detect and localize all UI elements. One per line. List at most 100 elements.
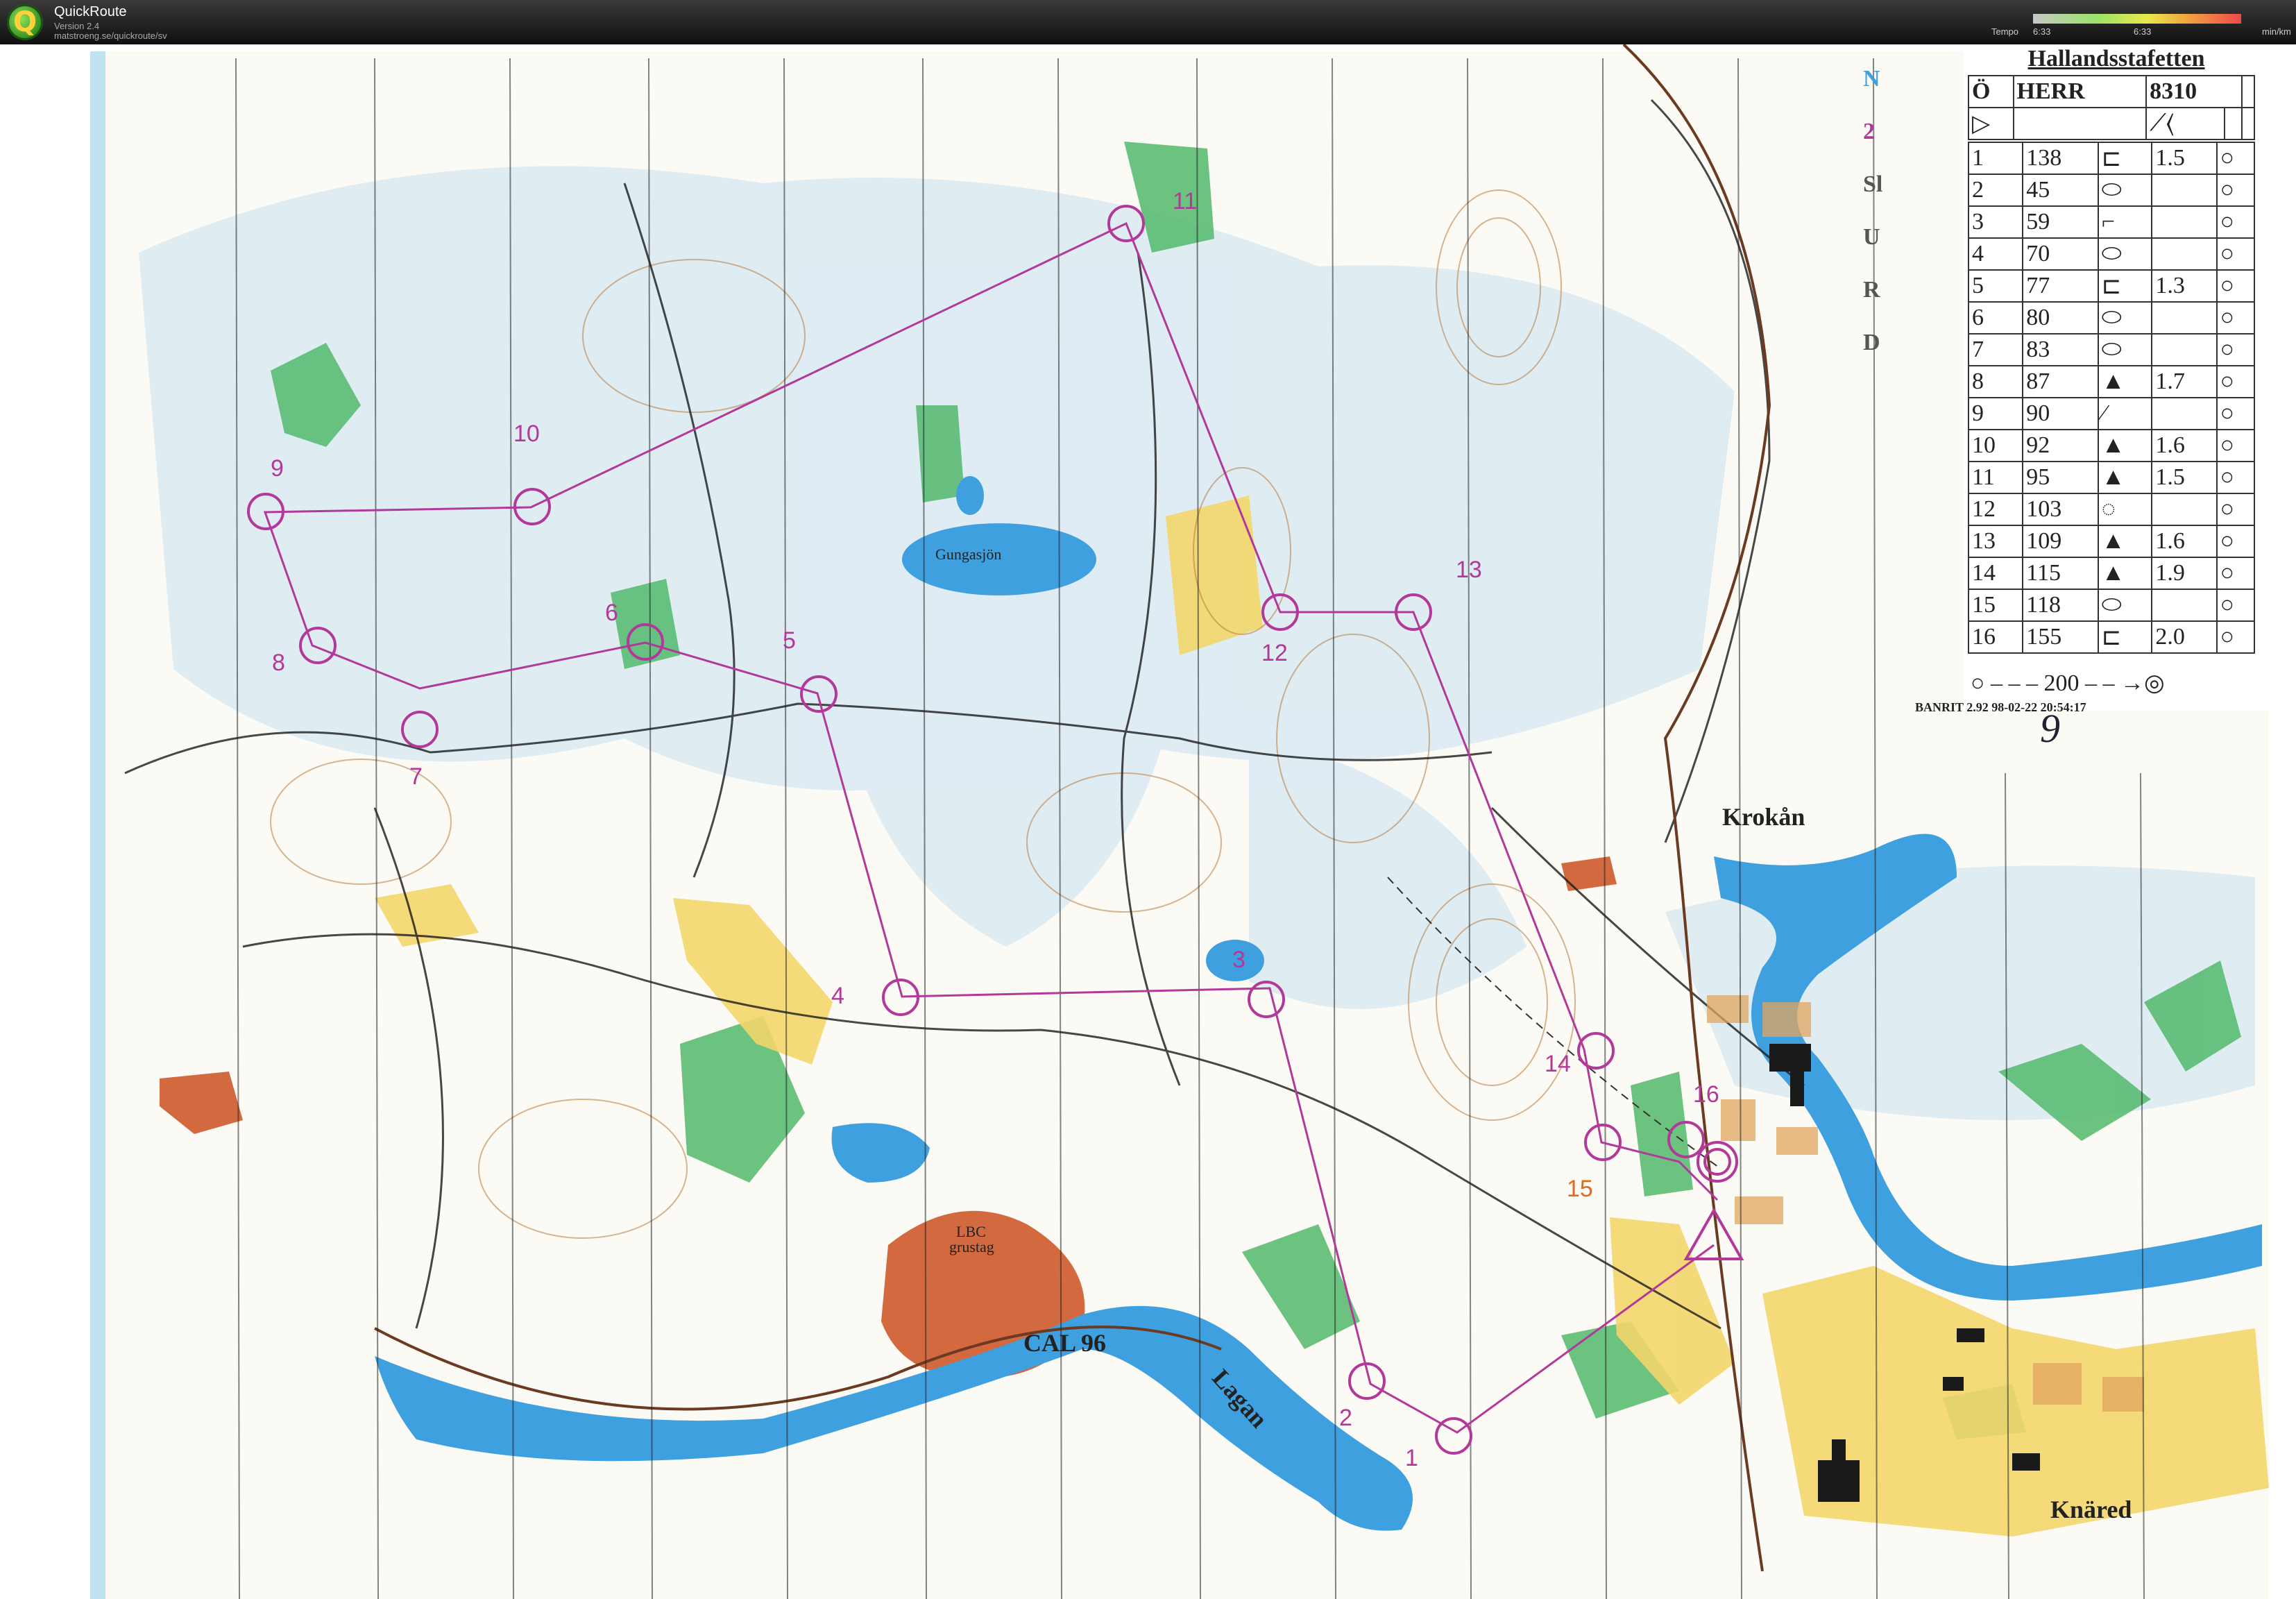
start-blank [2224,107,2243,140]
location-symbol-icon: ○ [2216,365,2256,398]
control-label-4: 4 [831,983,844,1009]
start-blank [2012,107,2148,140]
tempo-label: Tempo [1991,26,2019,37]
control-row: 6 80 ⬭ ○ [1967,301,2256,335]
feature-dimension [2151,397,2218,430]
control-label-10: 10 [513,421,540,447]
feature-dimension [2151,237,2218,271]
control-row: 8 87 ▲ 1.7 ○ [1967,365,2256,398]
control-code: 83 [2022,333,2099,366]
control-code: 103 [2022,493,2099,526]
orienteering-map[interactable]: 1 2 3 4 5 6 7 8 9 10 11 12 13 14 15 16 G… [0,44,2296,1599]
feature-symbol-icon: ⬭ [2097,301,2153,335]
control-code: 118 [2022,589,2099,622]
control-row: 1 138 ⊏ 1.5 ○ [1967,142,2256,175]
location-symbol-icon: ○ [2216,525,2256,558]
header-empty [2241,75,2255,108]
control-row: 4 70 ⬭ ○ [1967,237,2256,271]
control-row: 2 45 ⬭ ○ [1967,174,2256,207]
legend-letter: D [1863,330,1880,355]
feature-dimension: 1.5 [2151,142,2218,175]
feature-symbol-icon: ▲ [2097,365,2153,398]
control-row: 9 90 ⁄ ○ [1967,397,2256,430]
control-row: 12 103 ◌ ○ [1967,493,2256,526]
location-symbol-icon: ○ [2216,429,2256,462]
feature-symbol-icon: ⁄ [2097,397,2153,430]
legend-letter: 2 [1863,119,1875,144]
feature-symbol-icon: ▲ [2097,461,2153,494]
control-label-3: 3 [1232,947,1245,973]
legend-fragment: N 2 Sl U R D [1863,66,1891,382]
start-triangle-icon: ▷ [1968,107,2014,140]
feature-symbol-icon: ⊏ [2097,620,2153,654]
control-row: 5 77 ⊏ 1.3 ○ [1967,269,2256,303]
feature-symbol-icon: ⊏ [2097,142,2153,175]
feature-symbol-icon: ▲ [2097,525,2153,558]
control-code: 115 [2022,557,2099,590]
feature-dimension: 1.6 [2151,525,2218,558]
control-description-sheet: Hallandsstafetten Ö HERR 8310 ▷ ⟋⟨ 1 138 ⊏… [1915,44,2269,751]
control-label-14: 14 [1545,1051,1571,1077]
control-number: 15 [1967,589,2024,622]
lake-label-gungasjon: Gungasjön [935,545,1002,563]
class-name: HERR [2012,75,2148,108]
control-code: 87 [2022,365,2099,398]
control-code: 77 [2022,269,2099,303]
control-number: 13 [1967,525,2024,558]
control-row: 10 92 ▲ 1.6 ○ [1967,429,2256,462]
location-symbol-icon: ○ [2216,620,2256,654]
control-code: 45 [2022,174,2099,207]
map-graphics [0,44,2296,1599]
feature-dimension: 1.3 [2151,269,2218,303]
feature-dimension [2151,589,2218,622]
class-symbol: Ö [1968,75,2014,108]
location-symbol-icon: ○ [2216,205,2256,239]
control-code: 59 [2022,205,2099,239]
control-number: 14 [1967,557,2024,590]
feature-symbol-icon: ▲ [2097,557,2153,590]
control-label-7: 7 [409,763,423,790]
tempo-color-scale [2033,14,2241,24]
control-number: 4 [1967,237,2024,271]
feature-symbol-icon: ⬭ [2097,589,2153,622]
start-blank [2241,107,2255,140]
control-code: 155 [2022,620,2099,654]
control-description-table: Ö HERR 8310 ▷ ⟋⟨ [1968,75,2255,140]
control-label-16: 16 [1693,1081,1719,1108]
place-label-grustag: grustag [949,1238,994,1255]
legend-letter: N [1863,66,1880,92]
start-feature-icon: ⟋⟨ [2145,107,2226,140]
feature-dimension: 1.7 [2151,365,2218,398]
control-label-6: 6 [605,600,618,626]
legend-letter: U [1863,224,1880,250]
tempo-unit: min/km [2262,26,2291,37]
control-label-15: 15 [1567,1176,1593,1202]
location-symbol-icon: ○ [2216,333,2256,366]
control-code: 109 [2022,525,2099,558]
quickroute-logo-icon: Q [7,4,43,40]
location-symbol-icon: ○ [2216,269,2256,303]
control-number: 3 [1967,205,2024,239]
course-setter-stamp: BANRIT 2.92 98-02-22 20:54:17 [1915,700,2086,714]
control-code: 138 [2022,142,2099,175]
feature-dimension [2151,301,2218,335]
control-number: 16 [1967,620,2024,654]
control-label-13: 13 [1456,557,1482,583]
legend-letter: Sl [1863,171,1883,197]
control-label-2: 2 [1339,1405,1352,1431]
app-url[interactable]: matstroeng.se/quickroute/sv [54,31,167,41]
finish-distance: 200 [2043,670,2080,696]
finish-start-circle-icon: ○ – – – [1971,670,2044,696]
control-label-12: 12 [1261,640,1288,666]
control-label-8: 8 [272,650,285,676]
control-number: 7 [1967,333,2024,366]
feature-dimension: 1.9 [2151,557,2218,590]
feature-dimension [2151,205,2218,239]
location-symbol-icon: ○ [2216,589,2256,622]
feature-symbol-icon: ⌐ [2097,205,2153,239]
feature-symbol-icon: ⬭ [2097,333,2153,366]
control-code: 70 [2022,237,2099,271]
course-code: 8310 [2145,75,2243,108]
control-row: 16 155 ⊏ 2.0 ○ [1967,620,2256,654]
control-row: 14 115 ▲ 1.9 ○ [1967,557,2256,590]
